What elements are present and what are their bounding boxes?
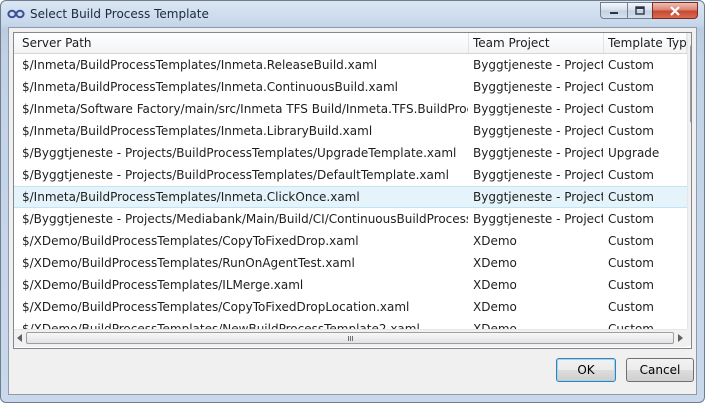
table-row[interactable]: $/Byggtjeneste - Projects/BuildProcessTe… [14, 142, 687, 164]
cell-template-type: Custom [608, 212, 654, 226]
scroll-left-arrow-icon[interactable] [17, 334, 22, 342]
close-icon [670, 5, 680, 16]
horizontal-scroll-thumb[interactable] [26, 332, 674, 344]
cell-template-type: Custom [608, 190, 654, 204]
cell-template-type: Custom [608, 58, 654, 72]
cell-team-project: Byggtjeneste - Projects [473, 58, 603, 72]
cell-server-path: $/XDemo/BuildProcessTemplates/NewBuildPr… [22, 322, 420, 329]
horizontal-scrollbar[interactable] [14, 329, 687, 347]
cell-template-type: Custom [608, 322, 654, 329]
table-row[interactable]: $/Inmeta/BuildProcessTemplates/Inmeta.Re… [14, 54, 687, 76]
table-row[interactable]: $/XDemo/BuildProcessTemplates/ILMerge.xa… [14, 274, 687, 296]
vertical-scroll-thumb[interactable] [690, 45, 691, 123]
scroll-right-arrow-icon[interactable] [678, 334, 683, 342]
cell-server-path: $/Inmeta/Software Factory/main/src/Inmet… [22, 102, 468, 116]
maximize-icon [635, 6, 645, 15]
ok-button[interactable]: OK [556, 358, 616, 382]
cancel-button[interactable]: Cancel [626, 358, 694, 382]
cell-team-project: XDemo [473, 234, 517, 248]
dialog-client-area: Server Path Team Project Template Type $… [8, 27, 697, 395]
cell-server-path: $/Byggtjeneste - Projects/BuildProcessTe… [22, 146, 457, 160]
cell-server-path: $/Inmeta/BuildProcessTemplates/Inmeta.Co… [22, 80, 398, 94]
table-row[interactable]: $/Byggtjeneste - Projects/BuildProcessTe… [14, 164, 687, 186]
column-header-server-path[interactable]: Server Path [18, 33, 469, 53]
cell-server-path: $/XDemo/BuildProcessTemplates/CopyToFixe… [22, 300, 410, 314]
cell-team-project: XDemo [473, 278, 517, 292]
window-title: Select Build Process Template [30, 7, 209, 21]
minimize-icon [610, 11, 618, 14]
cell-template-type: Custom [608, 234, 654, 248]
cell-server-path: $/Inmeta/BuildProcessTemplates/Inmeta.Re… [22, 58, 378, 72]
dialog-window: Select Build Process Template Server Pat… [0, 0, 705, 403]
table-row-selected[interactable]: $/Inmeta/BuildProcessTemplates/Inmeta.Cl… [14, 186, 687, 208]
table-row[interactable]: $/Byggtjeneste - Projects/Mediabank/Main… [14, 208, 687, 230]
title-bar[interactable]: Select Build Process Template [1, 1, 704, 27]
cell-team-project: XDemo [473, 300, 517, 314]
cell-server-path: $/XDemo/BuildProcessTemplates/RunOnAgent… [22, 256, 355, 270]
infinity-app-icon [7, 9, 25, 19]
maximize-button[interactable] [627, 2, 653, 19]
cell-server-path: $/Inmeta/BuildProcessTemplates/Inmeta.Cl… [22, 190, 360, 204]
table-row[interactable]: $/XDemo/BuildProcessTemplates/CopyToFixe… [14, 296, 687, 318]
cell-template-type: Custom [608, 278, 654, 292]
table-row[interactable]: $/XDemo/BuildProcessTemplates/CopyToFixe… [14, 230, 687, 252]
cell-team-project: Byggtjeneste - Projects [473, 102, 603, 116]
scrollbar-corner [687, 329, 691, 346]
cell-server-path: $/XDemo/BuildProcessTemplates/CopyToFixe… [22, 234, 359, 248]
cell-team-project: Byggtjeneste - Projects [473, 146, 603, 160]
close-button[interactable] [652, 2, 698, 19]
cell-template-type: Custom [608, 102, 654, 116]
vertical-scrollbar[interactable] [687, 33, 691, 329]
cell-template-type: Custom [608, 80, 654, 94]
cell-template-type: Custom [608, 256, 654, 270]
table-row[interactable]: $/Inmeta/Software Factory/main/src/Inmet… [14, 98, 687, 120]
table-row[interactable]: $/Inmeta/BuildProcessTemplates/Inmeta.Co… [14, 76, 687, 98]
list-header: Server Path Team Project Template Type [14, 33, 687, 54]
cell-server-path: $/Inmeta/BuildProcessTemplates/Inmeta.Li… [22, 124, 373, 138]
table-row[interactable]: $/XDemo/BuildProcessTemplates/NewBuildPr… [14, 318, 687, 329]
cell-team-project: Byggtjeneste - Projects [473, 80, 603, 94]
cell-server-path: $/Byggtjeneste - Projects/Mediabank/Main… [22, 212, 468, 226]
cell-template-type: Custom [608, 168, 654, 182]
cell-team-project: Byggtjeneste - Projects [473, 168, 603, 182]
cell-template-type: Custom [608, 124, 654, 138]
template-list-view[interactable]: Server Path Team Project Template Type $… [13, 32, 692, 349]
cell-team-project: Byggtjeneste - Projects [473, 212, 603, 226]
table-row[interactable]: $/Inmeta/BuildProcessTemplates/Inmeta.Li… [14, 120, 687, 142]
cell-team-project: Byggtjeneste - Projects [473, 124, 603, 138]
minimize-button[interactable] [600, 2, 628, 19]
cell-template-type: Custom [608, 300, 654, 314]
table-row[interactable]: $/XDemo/BuildProcessTemplates/RunOnAgent… [14, 252, 687, 274]
cell-team-project: XDemo [473, 322, 517, 329]
cell-team-project: Byggtjeneste - Projects [473, 190, 603, 204]
cell-server-path: $/XDemo/BuildProcessTemplates/ILMerge.xa… [22, 278, 304, 292]
cell-team-project: XDemo [473, 256, 517, 270]
column-header-team-project[interactable]: Team Project [469, 33, 604, 53]
cell-server-path: $/Byggtjeneste - Projects/BuildProcessTe… [22, 168, 449, 182]
cell-template-type: Upgrade [608, 146, 660, 160]
column-header-template-type[interactable]: Template Type [604, 33, 687, 53]
